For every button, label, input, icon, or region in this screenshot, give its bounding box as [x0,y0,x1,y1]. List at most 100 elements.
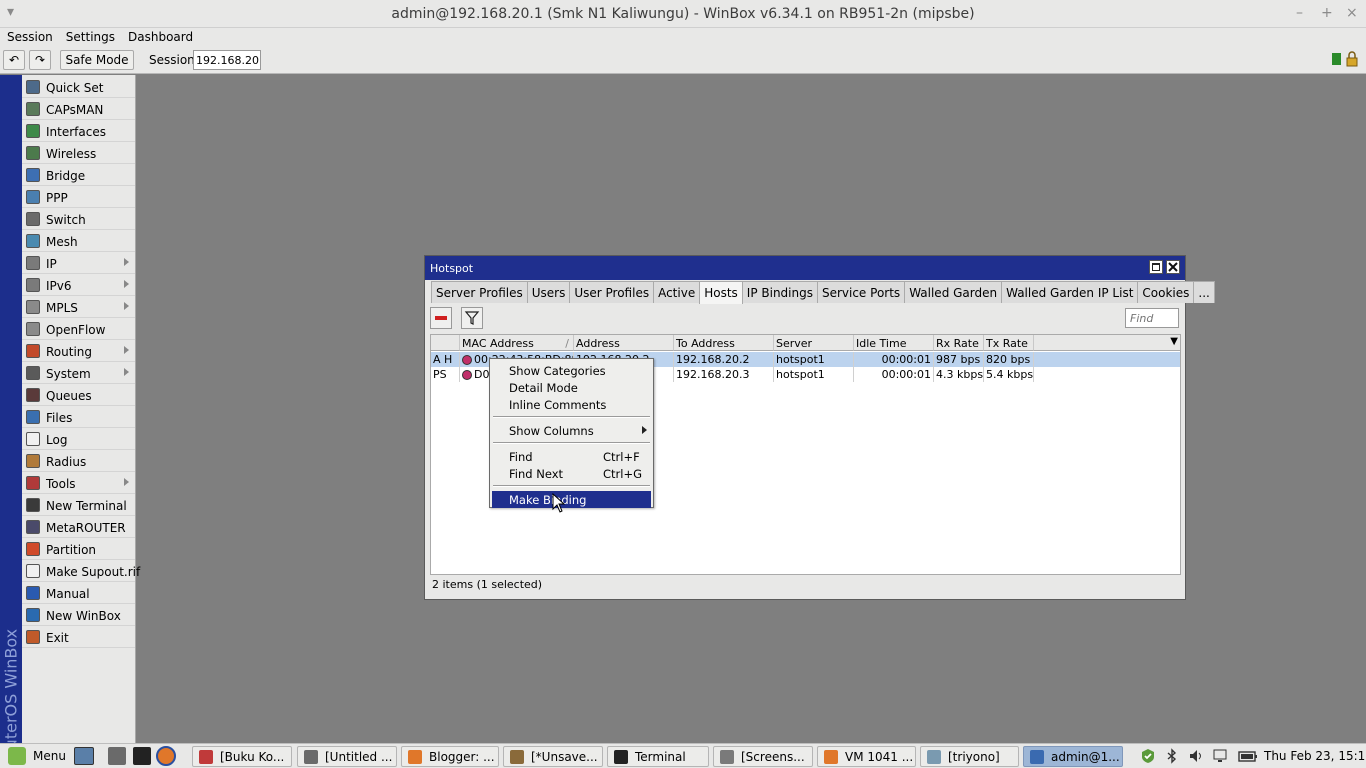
menu-item-make-binding[interactable]: Make Binding [492,491,651,508]
terminal-launcher-icon[interactable] [133,747,151,765]
taskbar-task-label: Blogger: ... [429,750,495,764]
taskbar-task[interactable]: admin@1... [1023,746,1123,767]
sidebar-item-tools[interactable]: Tools [22,472,135,494]
volume-icon[interactable] [1188,748,1204,764]
sidebar-item-make-supout-rif[interactable]: Make Supout.rif [22,560,140,582]
sidebar-item-system[interactable]: System [22,362,135,384]
bridge-icon [26,168,40,182]
menu-item-show-categories[interactable]: Show Categories [492,362,651,379]
sidebar-item-mesh[interactable]: Mesh [22,230,135,252]
sidebar-item-manual[interactable]: Manual [22,582,135,604]
safe-mode-button[interactable]: Safe Mode [60,50,134,70]
sidebar-item-log[interactable]: Log [22,428,135,450]
menu-item-inline-comments[interactable]: Inline Comments [492,396,651,413]
mint-menu-icon[interactable] [8,747,26,765]
tab-user-profiles[interactable]: User Profiles [569,281,655,303]
find-input[interactable] [1125,308,1179,328]
filter-icon [464,311,480,325]
tab-walled-garden[interactable]: Walled Garden [904,281,1003,303]
taskbar-task[interactable]: Blogger: ... [401,746,499,767]
col-header-tx-rate[interactable]: Tx Rate [984,335,1034,351]
folder-icon [927,750,941,764]
sidebar-item-queues[interactable]: Queues [22,384,135,406]
files-launcher-icon[interactable] [108,747,126,765]
close-icon[interactable]: × [1346,5,1358,21]
bluetooth-icon[interactable] [1164,748,1180,764]
battery-icon[interactable] [1238,748,1258,764]
maximize-window-icon[interactable] [1149,260,1163,274]
sidebar-item-routing[interactable]: Routing [22,340,135,362]
sidebar-item-switch[interactable]: Switch [22,208,135,230]
firefox-launcher-icon[interactable] [156,746,176,766]
tab-service-ports[interactable]: Service Ports [816,281,906,303]
col-header-idle-time[interactable]: Idle Time [854,335,934,351]
taskbar-task[interactable]: [Untitled ... [297,746,397,767]
sidebar-item-files[interactable]: Files [22,406,135,428]
sidebar-item-ppp[interactable]: PPP [22,186,135,208]
taskbar-task[interactable]: VM 1041 ... [817,746,916,767]
sidebar-item-mpls[interactable]: MPLS [22,296,135,318]
sidebar-item-radius[interactable]: Radius [22,450,135,472]
tab-cookies[interactable]: Cookies [1137,281,1195,303]
sidebar-item-wireless[interactable]: Wireless [22,142,135,164]
taskbar-task[interactable]: [Screens... [713,746,813,767]
taskbar-task[interactable]: [*Unsave... [503,746,603,767]
taskbar-task[interactable]: [Buku Ko... [192,746,292,767]
menu-item-find[interactable]: Find Ctrl+F [492,448,651,465]
maximize-icon[interactable]: + [1321,5,1333,21]
mouse-cursor-icon [552,493,566,513]
tab-server-profiles[interactable]: Server Profiles [431,281,528,303]
sidebar-item-ipv6[interactable]: IPv6 [22,274,135,296]
menu-dashboard[interactable]: Dashboard [121,28,199,44]
sidebar-item-new-terminal[interactable]: New Terminal [22,494,135,516]
col-header-rx-rate[interactable]: Rx Rate [934,335,984,351]
sidebar-item-interfaces[interactable]: Interfaces [22,120,135,142]
show-desktop-icon[interactable] [74,747,94,765]
col-header-mac[interactable]: MAC Address / [460,335,574,351]
sidebar-item-exit[interactable]: Exit [22,626,135,648]
undo-button[interactable]: ↶ [3,50,25,70]
minimize-icon[interactable]: – [1296,5,1303,21]
close-window-icon[interactable] [1166,260,1180,274]
tab-active[interactable]: Active [653,281,701,303]
sidebar-item-capsman[interactable]: CAPsMAN [22,98,135,120]
tab-users[interactable]: Users [526,281,571,303]
col-header-address[interactable]: Address [574,335,674,351]
session-input[interactable] [193,50,261,70]
sidebar-item-partition[interactable]: Partition [22,538,135,560]
update-manager-icon[interactable] [1140,748,1156,764]
menu-button[interactable]: Menu [33,749,66,763]
sidebar-item-new-winbox[interactable]: New WinBox [22,604,135,626]
col-header-to-address[interactable]: To Address [674,335,774,351]
sidebar-item-bridge[interactable]: Bridge [22,164,135,186]
col-header-server[interactable]: Server [774,335,854,351]
tab-more[interactable]: ... [1193,281,1215,303]
redo-button[interactable]: ↷ [29,50,51,70]
menu-item-show-columns[interactable]: Show Columns [492,422,651,439]
menu-item-find-next[interactable]: Find Next Ctrl+G [492,465,651,482]
menu-settings[interactable]: Settings [59,28,121,44]
sidebar-item-openflow[interactable]: OpenFlow [22,318,135,340]
taskbar-task[interactable]: [triyono] [920,746,1019,767]
sidebar-item-metarouter[interactable]: MetaROUTER [22,516,135,538]
menu-item-label: Show Columns [509,424,594,438]
sidebar-item-label: Queues [46,389,92,403]
tab-ip-bindings[interactable]: IP Bindings [741,281,818,303]
tab-walled-garden-ip-list[interactable]: Walled Garden IP List [1001,281,1139,303]
columns-dropdown-icon[interactable]: ▼ [1170,336,1178,347]
col-header-flags[interactable] [431,335,460,351]
status-bar: 2 items (1 selected) [432,578,543,591]
taskbar-task[interactable]: Terminal [607,746,709,767]
sidebar-item-ip[interactable]: IP [22,252,135,274]
menu-session[interactable]: Session [0,28,59,44]
network-icon[interactable] [1212,748,1228,764]
sidebar-item-quick-set[interactable]: Quick Set [22,76,135,98]
sidebar-item-label: CAPsMAN [46,103,104,117]
hotspot-titlebar[interactable]: Hotspot [425,256,1185,280]
filter-button[interactable] [461,307,483,329]
remove-button[interactable] [430,307,452,329]
cell-server: hotspot1 [774,367,854,382]
menu-item-detail-mode[interactable]: Detail Mode [492,379,651,396]
clock[interactable]: Thu Feb 23, 15:11 [1264,749,1366,763]
tab-hosts[interactable]: Hosts [699,281,743,304]
